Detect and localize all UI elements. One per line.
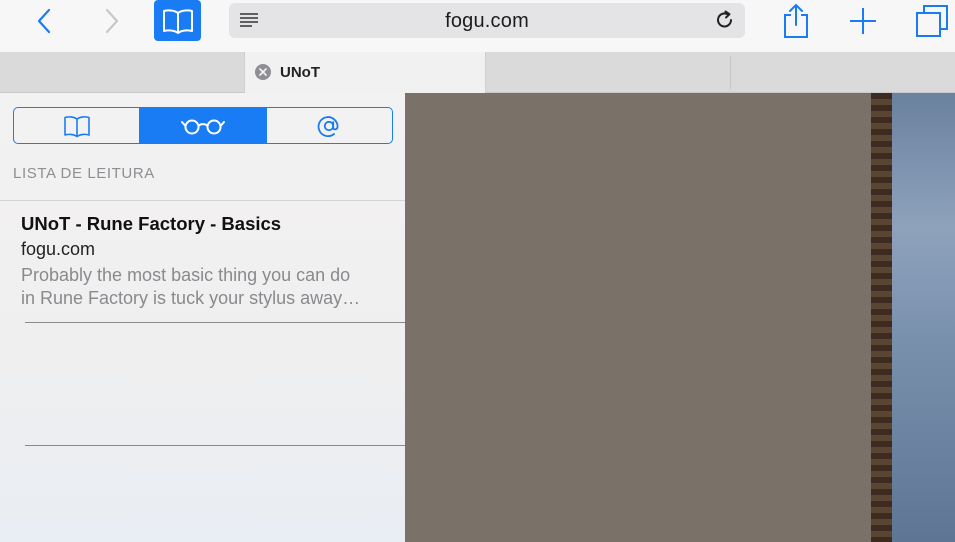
item-excerpt-line: in Rune Factory is tuck your stylus away… [21,288,361,308]
address-bar[interactable]: fogu.com [229,3,745,38]
plus-icon [850,8,876,34]
tab-divider [730,56,731,89]
show-tabs-button[interactable] [913,0,951,42]
new-tab-button[interactable] [846,0,880,42]
share-icon [784,4,808,38]
url-text: fogu.com [445,10,529,32]
at-sign-icon [318,115,339,137]
item-url: fogu.com [21,239,96,259]
tab-strip: UNoT [0,52,955,93]
book-icon [63,115,90,137]
tab-title: UNoT [280,64,320,81]
back-button[interactable] [26,0,62,42]
chevron-left-icon [37,8,51,34]
segment-bookmarks[interactable] [14,108,141,143]
segment-shared-links[interactable] [267,108,392,143]
background-image [892,93,955,542]
reading-list-item[interactable]: UNoT - Rune Factory - Basics fogu.com Pr… [21,213,401,310]
item-title: UNoT - Rune Factory - Basics [21,213,282,234]
reading-list-sidebar: LISTA DE LEITURA UNoT - Rune Factory - B… [0,93,405,542]
share-button[interactable] [779,0,813,42]
decorative-frame-border [871,93,892,542]
tab-close-button[interactable] [255,64,271,80]
bookmarks-button[interactable] [154,0,201,41]
item-excerpt: Probably the most basic thing you can do… [21,264,401,310]
sidebar-segmented-control [13,107,393,144]
reload-button[interactable] [714,9,736,31]
section-title: LISTA DE LEITURA [13,165,155,182]
forward-button[interactable] [94,0,130,42]
item-divider [25,445,405,446]
reload-icon [717,10,732,28]
tabs-icon [916,5,948,37]
tab-unot[interactable]: UNoT [244,52,486,93]
divider [0,200,405,201]
close-icon [259,68,267,76]
reading-glasses-icon [180,119,225,134]
item-excerpt-line: Probably the most basic thing you can do [21,265,351,285]
web-content[interactable] [405,93,955,542]
segment-reading-list[interactable] [140,108,267,143]
chevron-right-icon [105,8,119,34]
book-icon [162,8,193,34]
item-divider [25,322,405,323]
browser-toolbar: fogu.com [0,0,955,52]
